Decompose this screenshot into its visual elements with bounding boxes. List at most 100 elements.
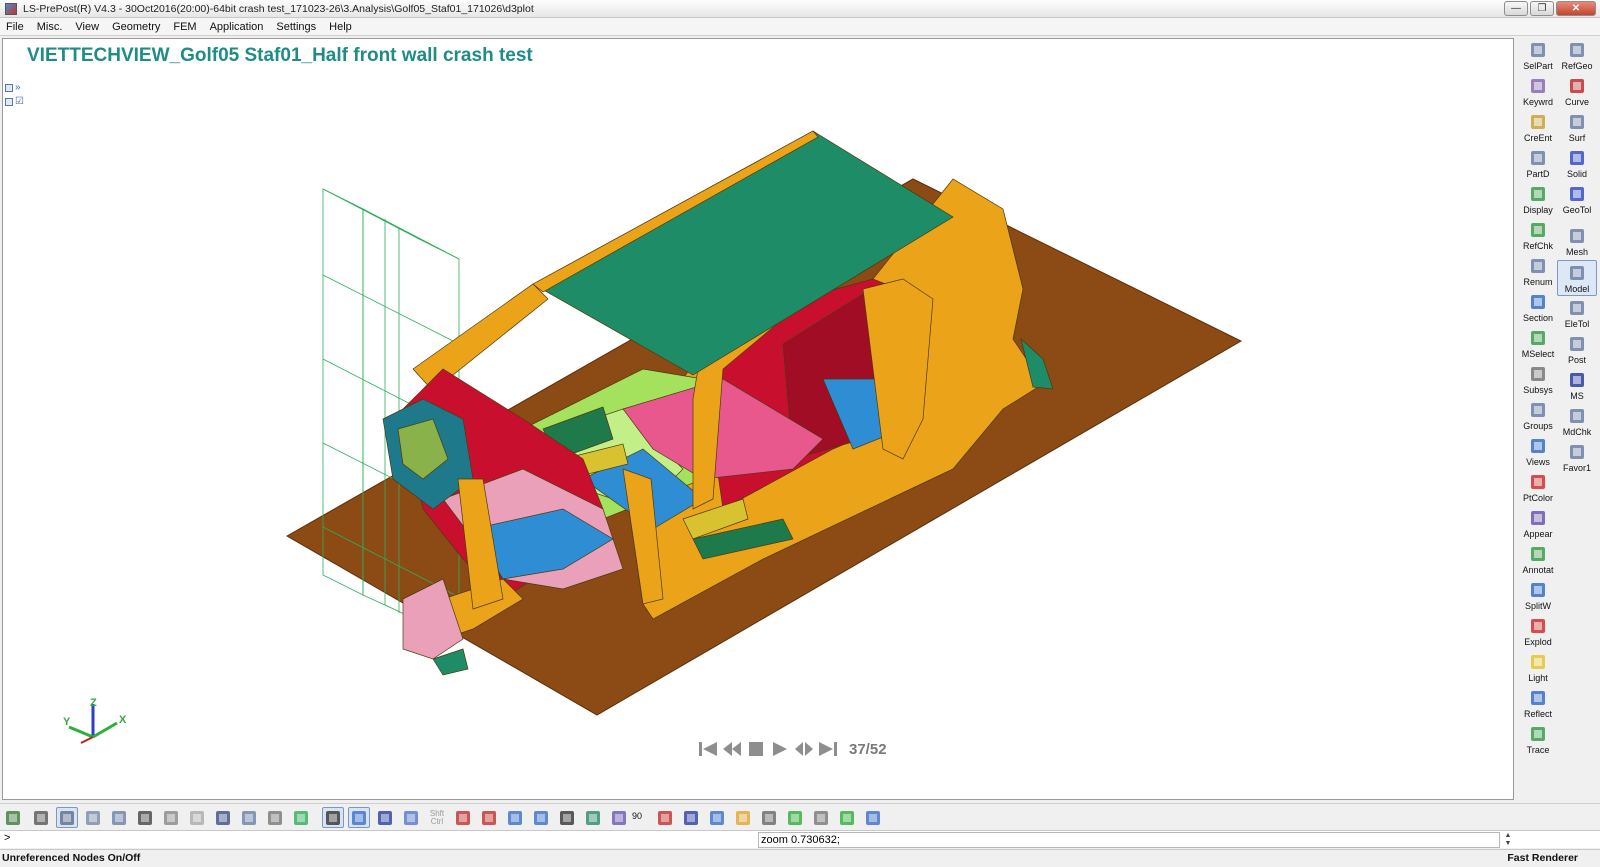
shift-ctrl-button[interactable]: Shft Ctrl [426,807,448,828]
node-cube-button[interactable] [264,807,286,828]
cube-blue-button[interactable] [680,807,702,828]
tool-creent-button[interactable]: CreEnt [1518,110,1558,146]
tool-splitw-button[interactable]: SplitW [1518,578,1558,614]
zoom-window-icon [534,810,548,825]
command-scroll-arrows[interactable]: ▲ ▼ [1502,832,1514,848]
tool-light-button[interactable]: Light [1518,650,1558,686]
tool-keywrd-button[interactable]: Keywrd [1518,74,1558,110]
outline-cube-button[interactable] [134,807,156,828]
menu-misc[interactable]: Misc. [37,21,63,33]
model-check-icon [1567,406,1587,426]
edge-cube-button[interactable] [160,807,182,828]
tool-eletol-button[interactable]: EleTol [1557,296,1597,332]
tool-partd-button[interactable]: PartD [1518,146,1558,182]
minimize-button[interactable]: — [1504,1,1528,16]
tool-refgeo-button[interactable]: RefGeo [1557,38,1597,74]
rotate-button[interactable] [556,807,578,828]
gears-button[interactable] [810,807,832,828]
menu-file[interactable]: File [6,21,24,33]
menu-fem[interactable]: FEM [173,21,196,33]
shaded-cube-button[interactable] [56,807,78,828]
solid-view-button[interactable] [348,807,370,828]
lightning-button[interactable] [732,807,754,828]
image-button[interactable] [862,807,884,828]
menu-application[interactable]: Application [210,21,264,33]
tool-label: RefGeo [1561,61,1593,71]
stop-button[interactable] [745,739,767,759]
tool-display-button[interactable]: Display [1518,182,1558,218]
tool-ms-button[interactable]: MS [1557,368,1597,404]
menu-help[interactable]: Help [329,21,352,33]
play-button[interactable] [769,739,791,759]
fringe-button[interactable] [290,807,312,828]
home-button[interactable] [2,807,24,828]
house-button[interactable] [706,807,728,828]
zoom-button[interactable] [504,807,526,828]
tool-renum-button[interactable]: Renum [1518,254,1558,290]
menu-geometry[interactable]: Geometry [112,21,160,33]
curve-icon [1567,76,1587,96]
pick-button[interactable] [452,807,474,828]
command-input[interactable] [758,832,1500,848]
step-back-button[interactable] [721,739,743,759]
play-reverse-button[interactable] [793,739,815,759]
orient-button[interactable] [608,807,630,828]
hidden-cube-button[interactable] [82,807,104,828]
tool-mselect-button[interactable]: MSelect [1518,326,1558,362]
tool-post-button[interactable]: Post [1557,332,1597,368]
tool-curve-button[interactable]: Curve [1557,74,1597,110]
tool-ptcolor-button[interactable]: PtColor [1518,470,1558,506]
u-toggle-button[interactable] [322,807,344,828]
shrink-cube-button[interactable] [238,807,260,828]
grid-toggle-icon[interactable] [5,98,13,106]
perspective-button[interactable] [400,807,422,828]
first-frame-button[interactable] [697,739,719,759]
expand-chevron-icon[interactable]: » [15,83,21,93]
tool-selpart-button[interactable]: SelPart [1518,38,1558,74]
tool-surf-button[interactable]: Surf [1557,110,1597,146]
tool-mesh-button[interactable]: Mesh [1557,224,1597,260]
favorite-icon [1567,442,1587,462]
tool-favor1-button[interactable]: Favor1 [1557,440,1597,476]
blue-box-button[interactable] [374,807,396,828]
center-button[interactable] [478,807,500,828]
maximize-button[interactable]: ❐ [1530,1,1554,16]
tool-views-button[interactable]: Views [1518,434,1558,470]
tool-geotol-button[interactable]: GeoTol [1557,182,1597,218]
tool-appear-button[interactable]: Appear [1518,506,1558,542]
tool-refchk-button[interactable]: RefChk [1518,218,1558,254]
tool-solid-button[interactable]: Solid [1557,146,1597,182]
play-green-button[interactable] [784,807,806,828]
tool-label: Curve [1564,97,1589,107]
axis-button[interactable] [654,807,676,828]
grid-cube-button[interactable] [212,807,234,828]
gear-green-button[interactable] [836,807,858,828]
menu-settings[interactable]: Settings [276,21,316,33]
wireframe-cube-button[interactable] [30,807,52,828]
tool-explod-button[interactable]: Explod [1518,614,1558,650]
zoom-window-button[interactable] [530,807,552,828]
checkbox-icon[interactable]: ☑ [15,97,24,107]
tree-toggle-icon[interactable] [5,84,13,92]
tool-model-button[interactable]: Model [1557,260,1597,296]
element-tool-icon [1567,298,1587,318]
rotation-angle[interactable]: 90 [632,811,642,821]
solid-view-icon [352,810,366,825]
tool-mdchk-button[interactable]: MdChk [1557,404,1597,440]
tool-trace-button[interactable]: Trace [1518,722,1558,758]
tool-groups-button[interactable]: Groups [1518,398,1558,434]
mesh-cube-button[interactable] [108,807,130,828]
dots-cube-button[interactable] [186,807,208,828]
tool-annotat-button[interactable]: Annotat [1518,542,1558,578]
tool-subsys-button[interactable]: Subsys [1518,362,1558,398]
reference-check-icon [1528,220,1548,240]
tool-section-button[interactable]: Section [1518,290,1558,326]
car-model-scene[interactable]: Z X Y [3,39,1514,800]
globe-button[interactable] [582,807,604,828]
graphics-viewport[interactable]: Z X Y VIETTECHVIEW_Golf05 Staf01_Half fr… [2,38,1514,800]
close-button[interactable]: ✕ [1556,1,1596,16]
checker-button[interactable] [758,807,780,828]
last-frame-button[interactable] [817,739,839,759]
tool-reflect-button[interactable]: Reflect [1518,686,1558,722]
menu-view[interactable]: View [75,21,99,33]
